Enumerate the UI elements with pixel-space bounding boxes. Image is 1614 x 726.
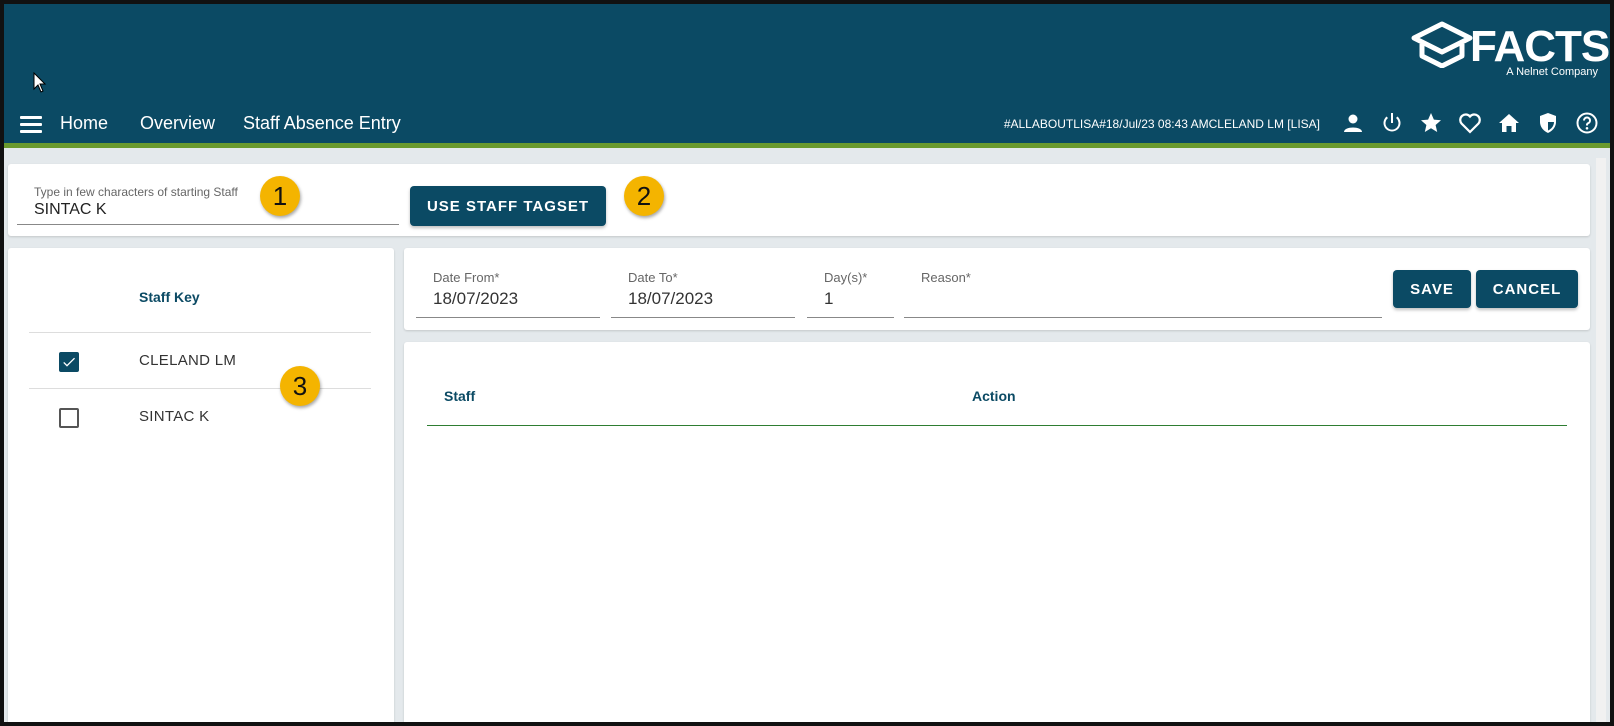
- absence-form-card: Date From* 18/07/2023 Date To* 18/07/202…: [404, 248, 1590, 330]
- page-scrollbar[interactable]: [1596, 158, 1606, 722]
- reason-label: Reason*: [921, 270, 971, 285]
- checkbox-sintac-k[interactable]: [59, 408, 79, 428]
- nav-bar: Home Overview Staff Absence Entry #ALLAB…: [4, 108, 1610, 144]
- logo-subtitle: A Nelnet Company: [1506, 66, 1598, 78]
- help-icon[interactable]: [1574, 110, 1600, 136]
- top-header: FACTS A Nelnet Company Home Overview Sta…: [4, 4, 1610, 143]
- absence-table-card: Staff Action: [404, 342, 1590, 722]
- cancel-button[interactable]: CANCEL: [1476, 270, 1578, 308]
- home-icon[interactable]: [1496, 110, 1522, 136]
- app-window: FACTS A Nelnet Company Home Overview Sta…: [0, 0, 1614, 726]
- staff-list-card: Staff Key CLELAND LM SINTAC K 3: [8, 248, 394, 722]
- header-accent-line: [4, 143, 1610, 148]
- graduation-cap-icon: [1411, 21, 1473, 68]
- save-button[interactable]: SAVE: [1393, 270, 1471, 308]
- mouse-cursor-icon: [33, 72, 47, 93]
- user-icon[interactable]: [1340, 110, 1366, 136]
- date-to-label: Date To*: [628, 270, 678, 285]
- date-from-field[interactable]: Date From* 18/07/2023: [416, 266, 600, 318]
- power-icon[interactable]: [1379, 110, 1405, 136]
- column-header-action: Action: [972, 388, 1016, 404]
- date-from-label: Date From*: [433, 270, 500, 285]
- table-header-divider: [427, 425, 1567, 426]
- nav-home[interactable]: Home: [60, 113, 108, 134]
- callout-badge-2: 2: [624, 176, 664, 216]
- session-info: #ALLABOUTLISA#18/Jul/23 08:43 AMCLELAND …: [1003, 117, 1320, 131]
- menu-icon[interactable]: [20, 116, 42, 134]
- facts-logo: FACTS A Nelnet Company: [1410, 20, 1610, 80]
- use-staff-tagset-button[interactable]: USE STAFF TAGSET: [410, 186, 606, 226]
- staff-search-card: Type in few characters of starting Staff…: [8, 164, 1590, 236]
- staff-key-header: Staff Key: [139, 289, 200, 305]
- staff-name-cleland-lm[interactable]: CLELAND LM: [139, 352, 236, 369]
- days-field[interactable]: Day(s)* 1: [807, 266, 894, 318]
- logo-wordmark: FACTS: [1470, 22, 1610, 71]
- date-to-field[interactable]: Date To* 18/07/2023: [611, 266, 795, 318]
- row-divider: [29, 332, 371, 333]
- staff-search-input[interactable]: Type in few characters of starting Staff…: [17, 182, 399, 225]
- nav-staff-absence-entry[interactable]: Staff Absence Entry: [243, 113, 401, 134]
- days-value[interactable]: 1: [824, 289, 833, 309]
- shield-icon[interactable]: [1535, 110, 1561, 136]
- staff-search-label: Type in few characters of starting Staff: [34, 185, 238, 199]
- star-icon[interactable]: [1418, 110, 1444, 136]
- column-header-staff: Staff: [444, 388, 476, 404]
- callout-badge-1: 1: [260, 176, 300, 216]
- nav-overview[interactable]: Overview: [140, 113, 215, 134]
- callout-badge-3: 3: [280, 366, 320, 406]
- days-label: Day(s)*: [824, 270, 868, 285]
- staff-name-sintac-k[interactable]: SINTAC K: [139, 408, 209, 425]
- checkmark-icon: [63, 357, 75, 367]
- reason-field[interactable]: Reason*: [904, 266, 1382, 318]
- date-from-value[interactable]: 18/07/2023: [433, 289, 518, 309]
- staff-search-value[interactable]: SINTAC K: [34, 201, 107, 219]
- header-icons: [1340, 110, 1600, 136]
- heart-icon[interactable]: [1457, 110, 1483, 136]
- date-to-value[interactable]: 18/07/2023: [628, 289, 713, 309]
- checkbox-cleland-lm[interactable]: [59, 352, 79, 372]
